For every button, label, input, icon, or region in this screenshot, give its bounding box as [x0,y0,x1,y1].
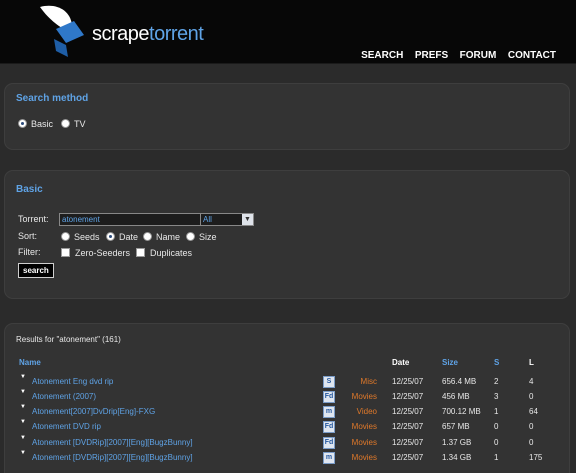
expand-triangle-icon[interactable]: ▼ [20,435,26,441]
size-cell: 656.4 MB [442,377,477,386]
source-icon[interactable]: S [323,376,335,388]
category-cell: Movies [351,392,377,401]
sort-option-seeds[interactable]: Seeds [61,232,100,242]
nav-prefs[interactable]: PREFS [415,50,448,61]
method-option-tv[interactable]: TV [61,119,86,129]
brand-name[interactable]: scrapetorrent [92,23,204,46]
seeds-cell: 0 [494,438,499,447]
radio-basic-icon[interactable] [18,119,27,128]
date-cell: 12/25/07 [392,422,424,431]
sort-option-date[interactable]: Date [106,232,138,242]
size-cell: 1.37 GB [442,438,472,447]
col-header-seeds[interactable]: S [494,358,499,367]
table-row[interactable]: ▼ Atonement [DVDRip][2007][Eng][BugzBunn… [5,435,571,453]
torrent-name-link[interactable]: Atonement DVD rip [32,422,101,431]
torrent-name-link[interactable]: Atonement [DVDRip][2007][Eng][BugzBunny] [32,438,193,447]
radio-seeds-icon[interactable] [61,232,70,241]
radio-name-icon[interactable] [143,232,152,241]
source-icon[interactable]: Fd [323,421,335,433]
source-icon[interactable]: Fd [323,391,335,403]
basic-title: Basic [16,184,43,195]
category-cell: Misc [360,377,377,386]
brand-part-1: scrape [92,23,150,45]
checkbox-zero-seeders-icon[interactable] [61,248,70,257]
date-cell: 12/25/07 [392,438,424,447]
source-icon[interactable]: m [323,452,335,464]
size-cell: 700.12 MB [442,407,481,416]
torrent-name-link[interactable]: Atonement Eng dvd rip [32,377,113,386]
search-button[interactable]: search [18,263,54,278]
table-row[interactable]: ▼ Atonement Eng dvd rip S Misc 12/25/07 … [5,374,571,392]
radio-size-icon[interactable] [186,232,195,241]
leechers-cell: 0 [529,392,534,401]
expand-triangle-icon[interactable]: ▼ [20,374,26,380]
date-cell: 12/25/07 [392,407,424,416]
torrent-name-link[interactable]: Atonement[2007]DvDrip[Eng]-FXG [32,407,155,416]
sort-option-name[interactable]: Name [143,232,180,242]
category-select[interactable]: All ▼ [200,213,254,226]
nav-contact[interactable]: CONTACT [508,50,556,61]
checkbox-duplicates-icon[interactable] [136,248,145,257]
basic-search-panel: Basic Torrent: atonement All ▼ Sort: See… [4,170,570,299]
main-nav: SEARCH PREFS FORUM CONTACT [352,50,556,61]
sort-label: Sort: [18,231,38,241]
radio-date-icon[interactable] [106,232,115,241]
torrent-label: Torrent: [18,214,49,224]
seeds-cell: 0 [494,422,499,431]
torrent-search-input[interactable]: atonement [59,213,201,226]
col-header-leechers[interactable]: L [529,358,534,367]
brand-part-2: torrent [149,23,204,45]
source-icon[interactable]: Fd [323,437,335,449]
col-header-size[interactable]: Size [442,358,458,367]
source-icon[interactable]: m [323,406,335,418]
col-header-name[interactable]: Name [19,358,41,367]
expand-triangle-icon[interactable]: ▼ [20,450,26,456]
search-method-title: Search method [16,93,89,104]
leechers-cell: 0 [529,438,534,447]
table-row[interactable]: ▼ Atonement (2007) Fd Movies 12/25/07 45… [5,389,571,407]
expand-triangle-icon[interactable]: ▼ [20,419,26,425]
col-header-date[interactable]: Date [392,358,409,367]
torrent-name-link[interactable]: Atonement (2007) [32,392,96,401]
size-cell: 456 MB [442,392,470,401]
category-cell: Movies [351,422,377,431]
nav-forum[interactable]: FORUM [460,50,497,61]
seeds-cell: 3 [494,392,499,401]
search-method-panel: Search method Basic TV [4,83,570,150]
seeds-cell: 2 [494,377,499,386]
category-cell: Movies [351,438,377,447]
filter-zero-seeders[interactable]: Zero-Seeders [61,248,130,258]
date-cell: 12/25/07 [392,392,424,401]
table-row[interactable]: ▼ Atonement[2007]DvDrip[Eng]-FXG m Video… [5,404,571,422]
leechers-cell: 4 [529,377,534,386]
filter-label: Filter: [18,247,41,257]
category-cell: Video [356,407,377,416]
table-row[interactable]: ▼ Atonement DVD rip Fd Movies 12/25/07 6… [5,419,571,437]
method-option-basic[interactable]: Basic [18,119,53,129]
nav-search[interactable]: SEARCH [361,50,403,61]
chevron-down-icon[interactable]: ▼ [242,214,253,225]
site-header: scrapetorrent SEARCH PREFS FORUM CONTACT [0,0,576,64]
size-cell: 657 MB [442,422,470,431]
seeds-cell: 1 [494,407,499,416]
leechers-cell: 0 [529,422,534,431]
results-caption: Results for "atonement" (161) [16,335,121,344]
expand-triangle-icon[interactable]: ▼ [20,389,26,395]
filter-duplicates[interactable]: Duplicates [136,248,192,258]
expand-triangle-icon[interactable]: ▼ [20,404,26,410]
results-panel: Results for "atonement" (161) Name Date … [4,323,570,473]
leechers-cell: 64 [529,407,538,416]
sort-option-size[interactable]: Size [186,232,217,242]
date-cell: 12/25/07 [392,377,424,386]
radio-tv-icon[interactable] [61,119,70,128]
